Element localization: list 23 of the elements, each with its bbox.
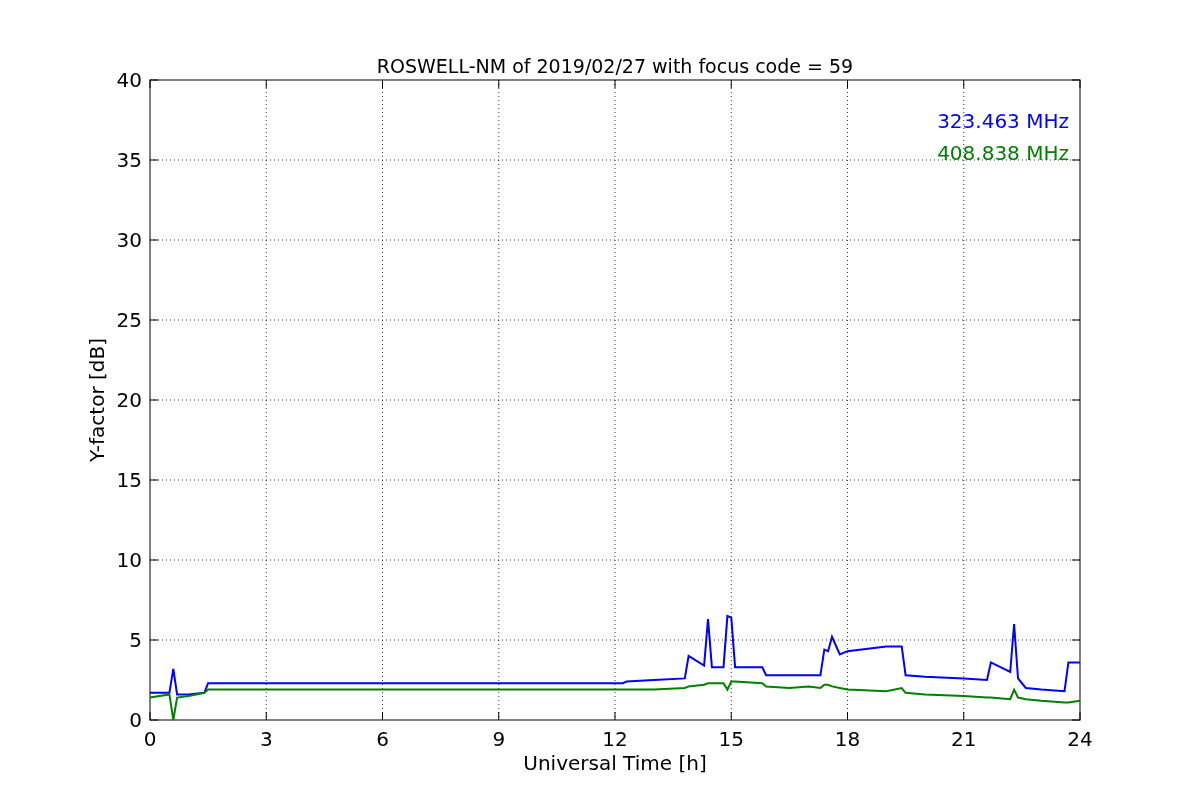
chart-title: ROSWELL-NM of 2019/02/27 with focus code = 59 (376, 55, 854, 77)
x-tick-label: 6 (376, 727, 389, 751)
x-tick-label: 24 (1067, 727, 1093, 751)
y-tick-label: 15 (116, 468, 142, 492)
x-tick-label: 21 (951, 727, 977, 751)
y-tick-label: 40 (116, 68, 142, 92)
y-tick-label: 25 (116, 308, 142, 332)
x-tick-label: 3 (259, 727, 273, 751)
x-tick-label: 0 (143, 727, 157, 751)
y-tick-label: 30 (116, 228, 142, 252)
x-tick-label: 12 (602, 727, 628, 751)
legend-label: 323.463 MHz (937, 109, 1069, 133)
y-tick-label: 20 (116, 388, 142, 412)
x-tick-label: 15 (718, 727, 744, 751)
y-axis-label: Y-factor [dB] (85, 338, 109, 462)
y-tick-label: 10 (116, 548, 142, 572)
legend-label: 408.838 MHz (937, 141, 1069, 165)
x-tick-label: 18 (834, 727, 861, 751)
x-tick-label: 9 (492, 727, 506, 751)
y-tick-label: 5 (129, 628, 142, 652)
y-tick-label: 35 (116, 148, 142, 172)
y-tick-label: 0 (129, 708, 142, 732)
x-axis-label: Universal Time [h] (523, 751, 707, 775)
